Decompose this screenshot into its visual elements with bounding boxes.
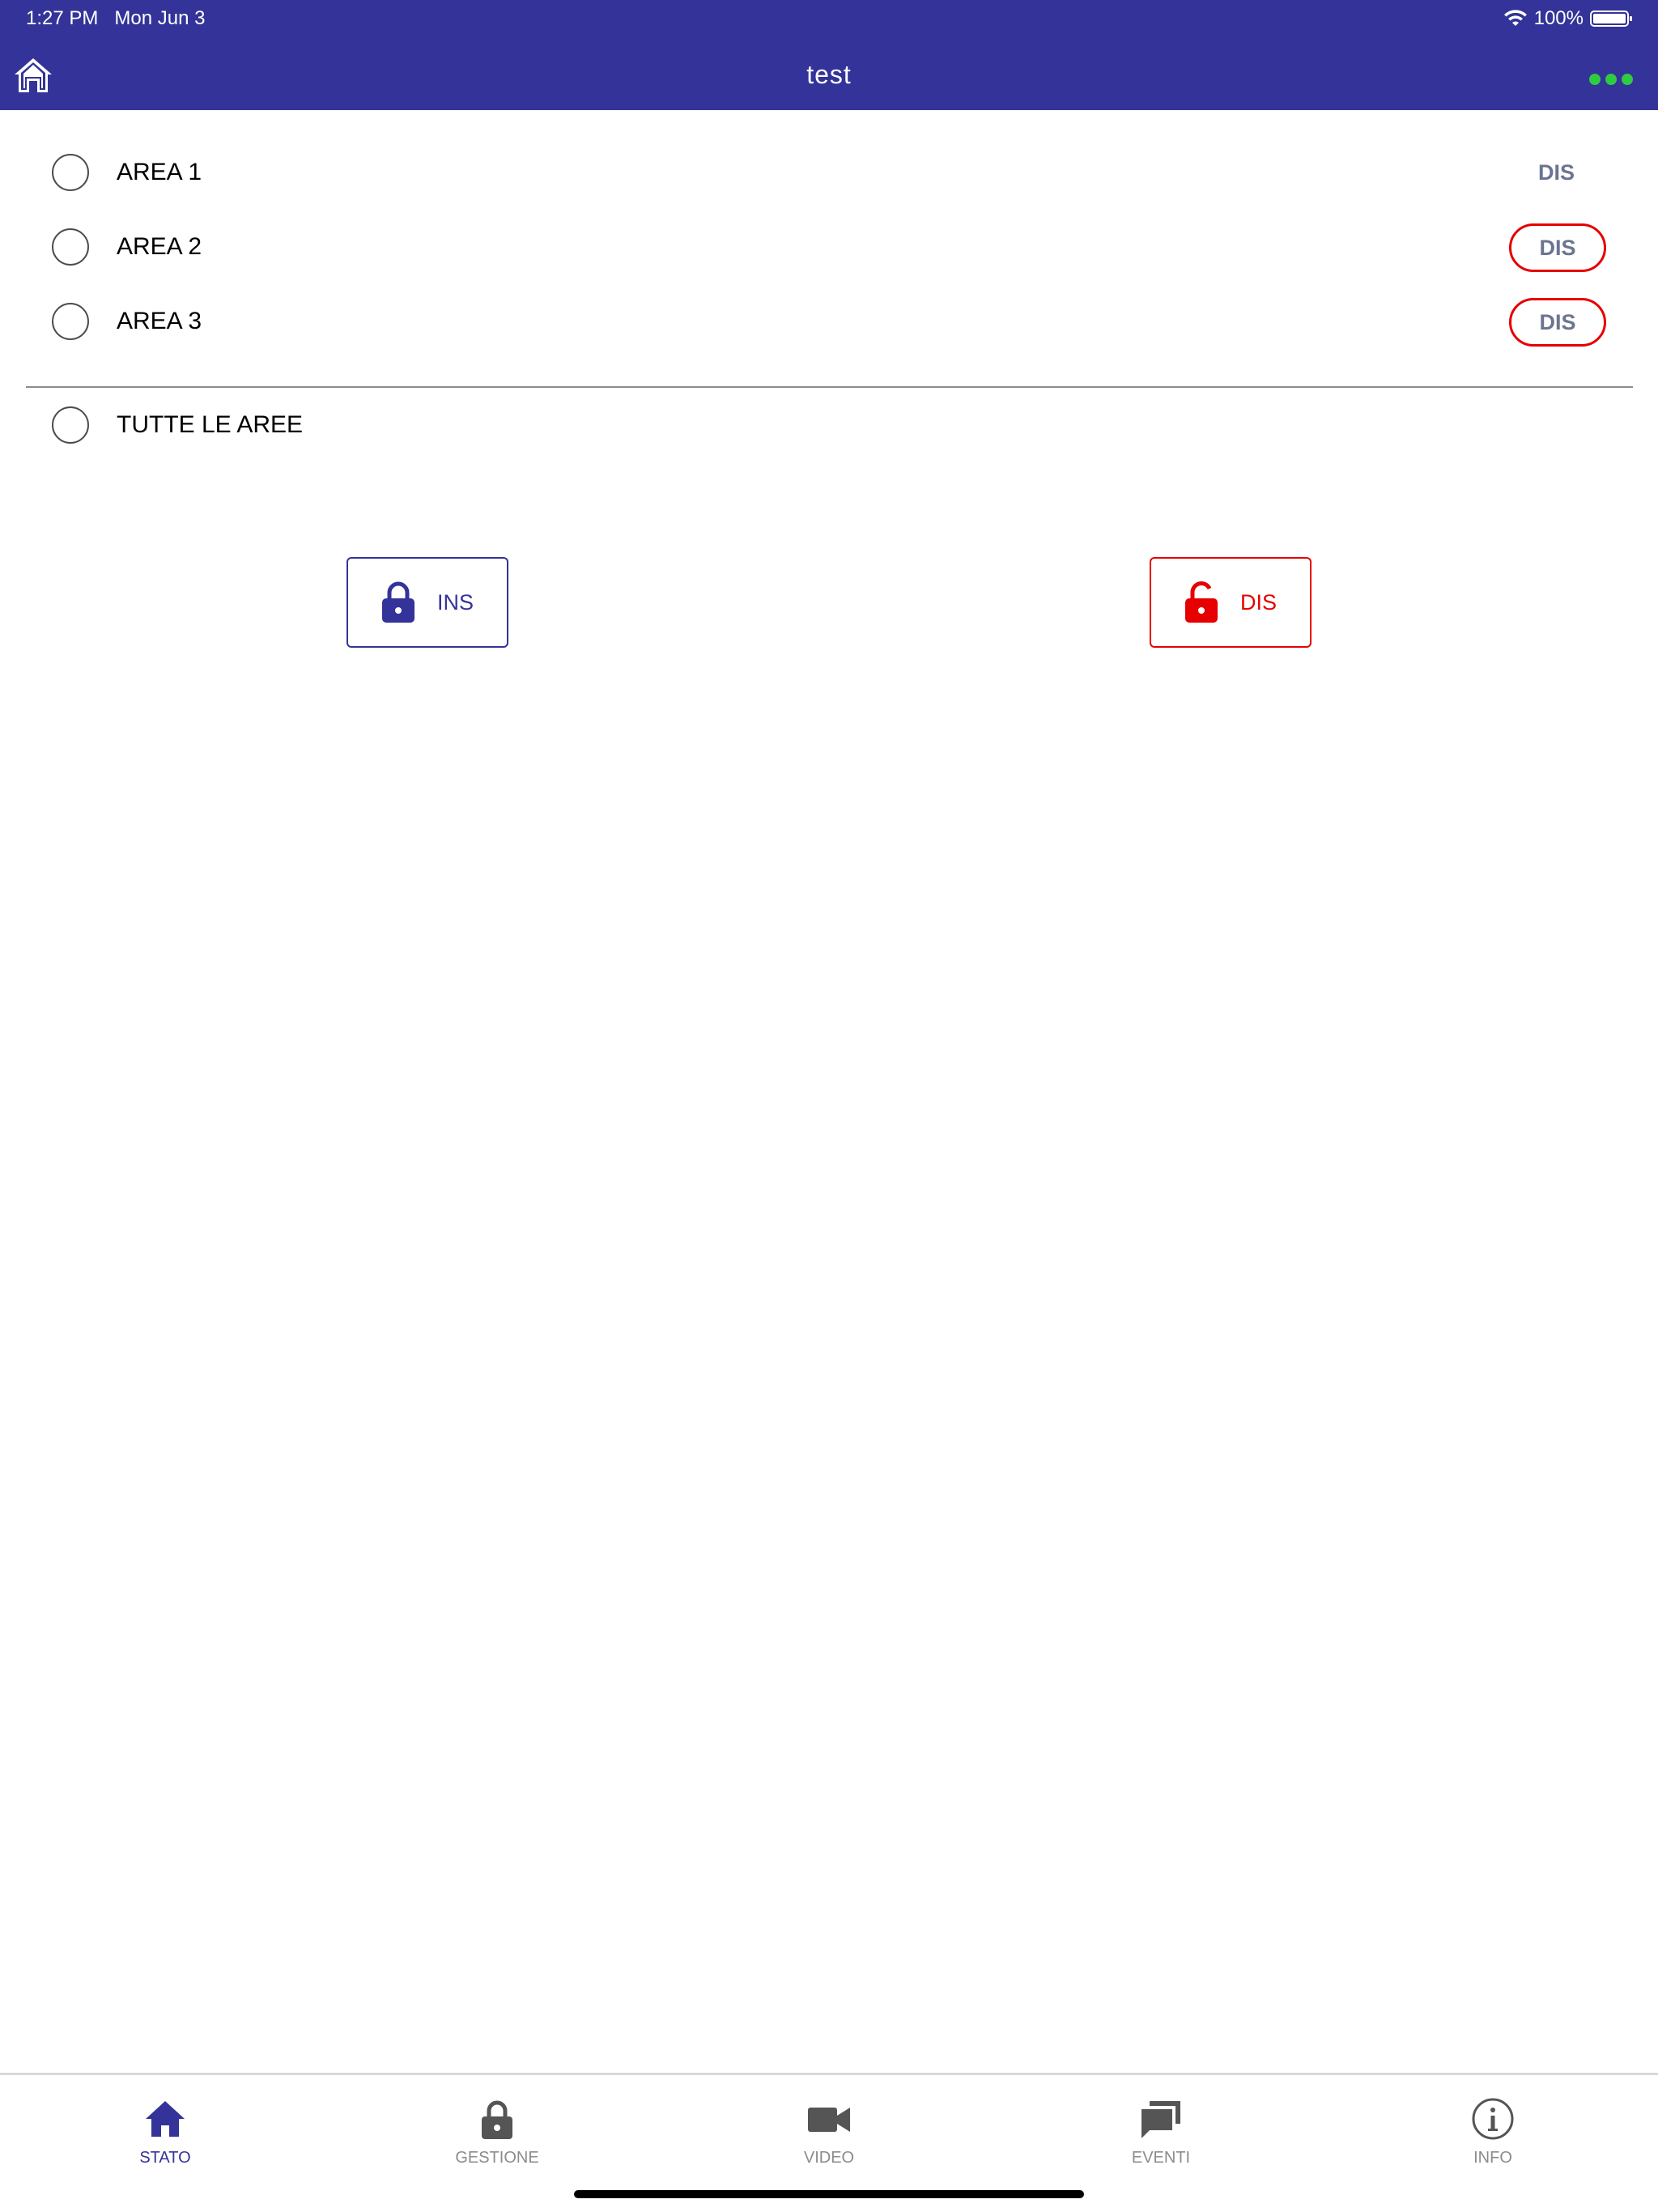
more-options-icon[interactable] [1588,73,1634,86]
area-row-3[interactable]: AREA 3 DIS [0,298,1658,368]
area-1-radio[interactable] [52,154,89,191]
area-2-label: AREA 2 [117,233,202,260]
tab-gestione[interactable]: GESTIONE [400,2096,594,2185]
tab-gestione-label: GESTIONE [455,2149,539,2167]
divider [26,386,1633,388]
status-time: 1:27 PM [26,7,99,29]
tab-stato-label: STATO [139,2149,191,2167]
video-camera-icon [808,2108,850,2132]
info-icon [1472,2098,1514,2140]
tab-eventi-label: EVENTI [1131,2149,1191,2167]
area-row-1[interactable]: AREA 1 DIS [0,154,1658,219]
tab-video[interactable]: VIDEO [732,2096,926,2185]
area-3-label: AREA 3 [117,308,202,334]
status-date: Mon Jun 3 [114,7,206,29]
status-indicators: 100% [1503,6,1634,31]
chat-bubbles-icon [1141,2101,1180,2138]
status-time-date: 1:27 PM Mon Jun 3 [26,6,205,31]
dis-button[interactable]: DIS [1150,557,1312,648]
home-icon [146,2101,185,2137]
lock-open-icon [1185,581,1218,623]
top-bar: 1:27 PM Mon Jun 3 100% test [0,0,1658,110]
tab-eventi[interactable]: EVENTI [1064,2096,1258,2185]
area-2-radio[interactable] [52,228,89,266]
area-1-status: DIS [1538,160,1575,185]
home-indicator[interactable] [574,2190,1084,2198]
tab-stato[interactable]: STATO [68,2096,262,2185]
all-areas-label: TUTTE LE AREE [117,411,304,438]
dis-button-label: DIS [1240,590,1278,615]
area-3-status-button[interactable]: DIS [1509,298,1606,347]
all-areas-radio[interactable] [52,406,89,444]
ins-button-label: INS [437,590,474,615]
lock-closed-icon [382,581,414,623]
ins-button[interactable]: INS [346,557,508,648]
battery-percent: 100% [1533,7,1584,29]
wifi-icon [1503,10,1527,26]
tab-info-label: INFO [1473,2149,1512,2167]
tab-video-label: VIDEO [803,2149,855,2167]
area-1-label: AREA 1 [117,159,202,185]
area-3-radio[interactable] [52,303,89,340]
lock-icon [482,2100,512,2139]
area-row-2[interactable]: AREA 2 DIS [0,223,1658,293]
tab-info[interactable]: INFO [1396,2096,1590,2185]
area-2-status-button[interactable]: DIS [1509,223,1606,272]
battery-icon [1590,11,1632,27]
page-title: test [806,60,852,89]
all-areas-row[interactable]: TUTTE LE AREE [0,406,1658,471]
